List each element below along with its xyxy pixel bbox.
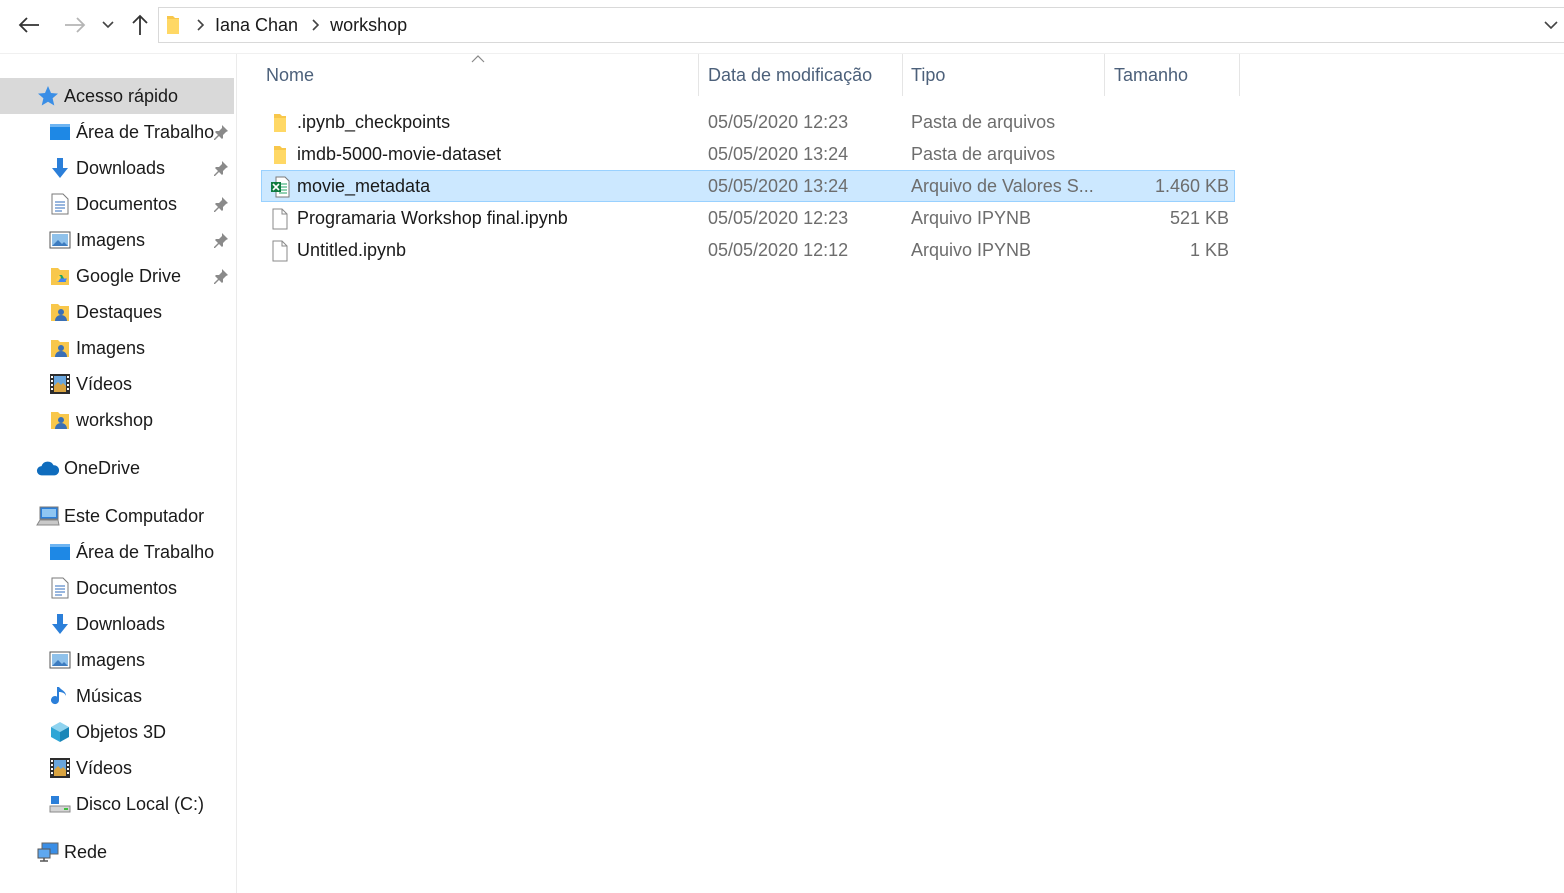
pin-icon[interactable] <box>213 268 229 284</box>
file-row[interactable]: imdb-5000-movie-dataset 05/05/2020 13:24… <box>261 138 1235 170</box>
sidebar-item-workshop[interactable]: workshop <box>0 402 234 438</box>
pin-icon[interactable] <box>213 196 229 212</box>
arrow-up-icon <box>132 14 148 35</box>
sidebar-item-network[interactable]: Rede <box>0 834 234 870</box>
pin-icon[interactable] <box>213 124 229 140</box>
sidebar-item-quick-access[interactable]: Acesso rápido <box>0 78 234 114</box>
sidebar-item-pc-music[interactable]: Músicas <box>0 678 234 714</box>
column-separator[interactable] <box>1239 54 1240 96</box>
file-row[interactable]: .ipynb_checkpoints 05/05/2020 12:23 Past… <box>261 106 1235 138</box>
excel-csv-icon <box>269 176 291 198</box>
star-icon <box>36 84 60 108</box>
navigation-pane: Acesso rápido Área de Trabalho Downloads… <box>0 54 236 893</box>
music-icon <box>48 684 72 708</box>
column-header-name[interactable]: Nome <box>266 54 696 96</box>
google-drive-icon <box>48 264 72 288</box>
arrow-left-icon <box>18 17 39 33</box>
sidebar-item-pc-3d-objects[interactable]: Objetos 3D <box>0 714 234 750</box>
shared-folder-icon <box>48 336 72 360</box>
sidebar-item-pc-downloads[interactable]: Downloads <box>0 606 234 642</box>
shared-folder-icon <box>48 300 72 324</box>
column-header-type[interactable]: Tipo <box>911 54 1103 96</box>
pictures-icon <box>48 648 72 672</box>
blank-file-icon <box>269 240 291 262</box>
sidebar-item-this-pc[interactable]: Este Computador <box>0 498 234 534</box>
file-row-selected[interactable]: movie_metadata 05/05/2020 13:24 Arquivo … <box>261 170 1235 202</box>
arrow-right-icon <box>65 17 86 33</box>
column-separator[interactable] <box>698 54 699 96</box>
address-bar[interactable]: Iana Chan workshop <box>158 7 1564 43</box>
chevron-down-icon <box>1544 21 1558 29</box>
cloud-icon <box>36 456 60 480</box>
column-header-size[interactable]: Tamanho <box>1114 54 1238 96</box>
forward-button[interactable] <box>60 10 90 40</box>
up-button[interactable] <box>126 10 154 40</box>
pin-icon[interactable] <box>213 232 229 248</box>
sidebar-item-pc-local-disk[interactable]: Disco Local (C:) <box>0 786 234 822</box>
sidebar-item-documents[interactable]: Documentos <box>0 186 234 222</box>
document-icon <box>48 576 72 600</box>
sidebar-item-desktop[interactable]: Área de Trabalho <box>0 114 234 150</box>
column-separator[interactable] <box>1104 54 1105 96</box>
download-icon <box>48 156 72 180</box>
column-separator[interactable] <box>902 54 903 96</box>
computer-icon <box>36 504 60 528</box>
sidebar-item-videos[interactable]: Vídeos <box>0 366 234 402</box>
sidebar-item-onedrive[interactable]: OneDrive <box>0 450 234 486</box>
sidebar-item-downloads[interactable]: Downloads <box>0 150 234 186</box>
video-icon <box>48 756 72 780</box>
recent-locations-button[interactable] <box>98 10 118 40</box>
desktop-icon <box>48 540 72 564</box>
column-header-date[interactable]: Data de modificação <box>708 54 900 96</box>
back-button[interactable] <box>14 10 44 40</box>
sidebar-item-pc-documents[interactable]: Documentos <box>0 570 234 606</box>
file-row[interactable]: Programaria Workshop final.ipynb 05/05/2… <box>261 202 1235 234</box>
file-list: Nome Data de modificação Tipo Tamanho .i… <box>237 54 1564 893</box>
shared-folder-icon <box>48 408 72 432</box>
sidebar-item-pc-videos[interactable]: Vídeos <box>0 750 234 786</box>
folder-icon <box>269 144 291 166</box>
network-icon <box>36 840 60 864</box>
chevron-right-icon[interactable] <box>197 19 205 31</box>
pin-icon[interactable] <box>213 160 229 176</box>
sidebar-item-pictures[interactable]: Imagens <box>0 222 234 258</box>
download-icon <box>48 612 72 636</box>
sidebar-item-pc-desktop[interactable]: Área de Trabalho <box>0 534 234 570</box>
breadcrumb-item[interactable]: workshop <box>330 15 407 36</box>
pictures-icon <box>48 228 72 252</box>
file-row[interactable]: Untitled.ipynb 05/05/2020 12:12 Arquivo … <box>261 234 1235 266</box>
document-icon <box>48 192 72 216</box>
address-history-button[interactable] <box>1542 16 1560 34</box>
desktop-icon <box>48 120 72 144</box>
breadcrumb-item[interactable]: Iana Chan <box>215 15 298 36</box>
address-toolbar: Iana Chan workshop <box>0 0 1564 50</box>
sidebar-item-imagens-shared[interactable]: Imagens <box>0 330 234 366</box>
sidebar-item-pc-pictures[interactable]: Imagens <box>0 642 234 678</box>
chevron-down-icon <box>102 21 114 29</box>
drive-icon <box>48 792 72 816</box>
folder-icon <box>269 112 291 134</box>
sidebar-item-destaques[interactable]: Destaques <box>0 294 234 330</box>
sidebar-item-google-drive[interactable]: Google Drive <box>0 258 234 294</box>
chevron-right-icon[interactable] <box>312 19 320 31</box>
3d-objects-icon <box>48 720 72 744</box>
video-icon <box>48 372 72 396</box>
folder-icon <box>165 15 183 35</box>
blank-file-icon <box>269 208 291 230</box>
